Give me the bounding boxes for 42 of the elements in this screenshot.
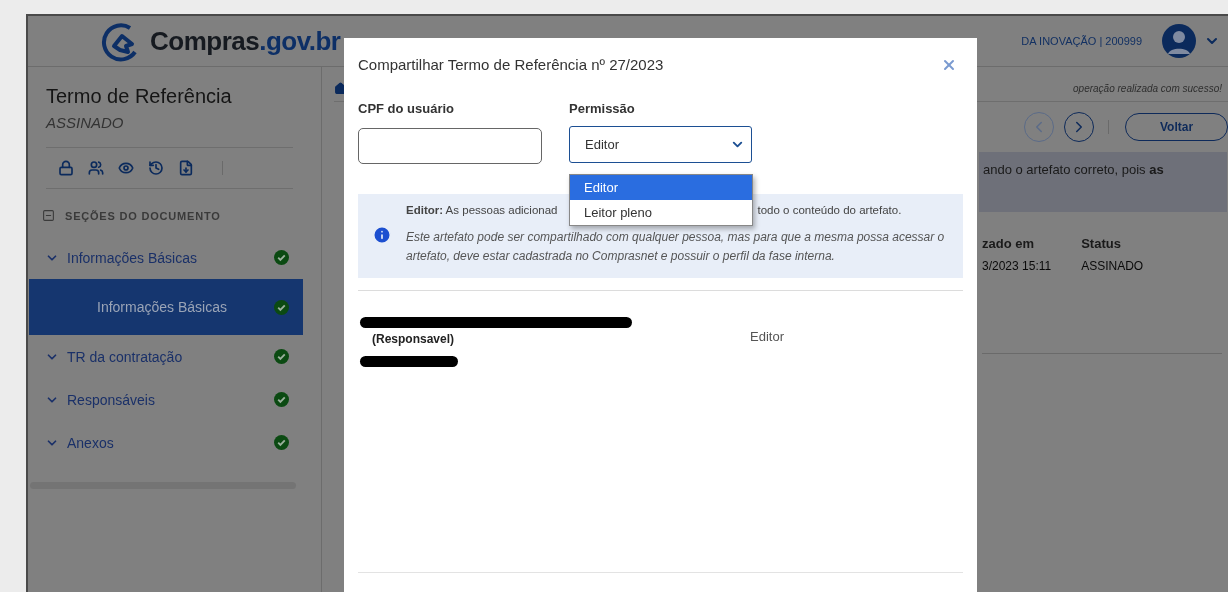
field-value: ASSINADO	[1081, 259, 1144, 273]
check-circle-icon	[274, 250, 289, 265]
logo-text: Compras.gov.br	[150, 25, 341, 57]
field-label: zado em	[982, 236, 1035, 251]
section-heading: SEÇÕES DO DOCUMENTO	[65, 209, 221, 222]
info-note: Este artefato pode ser compartilhado com qualquer pessoa, mas para que a mesma possa acessar o artefato, deve estar cadastrada no Comprasnet e possuir o perfil da fase interna.	[406, 229, 946, 266]
check-circle-icon	[274, 435, 289, 450]
alert-message: ando o artefato correto, pois as	[979, 152, 1227, 212]
member-permission: Editor	[750, 329, 784, 345]
eye-icon[interactable]	[118, 160, 134, 176]
dropdown-option[interactable]: Leitor pleno	[570, 200, 752, 225]
sidebar-item[interactable]: Anexos	[29, 421, 303, 464]
sidebar-item[interactable]: Responsáveis	[29, 378, 303, 421]
dropdown-option[interactable]: Editor	[570, 175, 752, 200]
next-button[interactable]	[1064, 112, 1094, 142]
avatar-icon[interactable]	[1162, 24, 1196, 58]
document-title: Termo de Referência	[46, 85, 233, 108]
history-icon[interactable]	[148, 160, 164, 176]
field-label: CPF do usuário	[358, 101, 456, 116]
dialog-title: Compartilhar Termo de Referência nº 27/2023	[358, 56, 664, 73]
field-label: Status	[1081, 236, 1122, 251]
info-text: Editor: As pessoas adicionad	[406, 204, 558, 216]
sidebar-item[interactable]: Informações Básicas	[29, 236, 303, 279]
field-value: 3/2023 15:11	[982, 259, 1052, 273]
document-status: ASSINADO	[46, 114, 125, 131]
file-download-icon[interactable]	[178, 160, 194, 176]
permission-select[interactable]: Editor	[569, 126, 752, 163]
info-text: todo o conteúdo do artefato.	[757, 204, 902, 216]
field-label: Permissão	[569, 101, 636, 116]
check-circle-icon	[274, 349, 289, 364]
sidebar-item[interactable]: Informações Básicas	[29, 279, 303, 335]
organization-text: DA INOVAÇÃO | 200999	[1021, 35, 1142, 47]
info-icon	[372, 225, 392, 246]
member-role: (Responsavel)	[372, 332, 456, 347]
cpf-input[interactable]	[358, 128, 542, 164]
check-circle-icon	[274, 392, 289, 407]
lock-icon[interactable]	[58, 160, 74, 176]
collapse-icon[interactable]	[42, 209, 55, 222]
success-message: operação realizada com sucesso!	[1073, 82, 1222, 94]
sidebar-item[interactable]: TR da contratação	[29, 335, 303, 378]
check-circle-icon	[274, 299, 289, 315]
users-icon[interactable]	[88, 160, 104, 176]
